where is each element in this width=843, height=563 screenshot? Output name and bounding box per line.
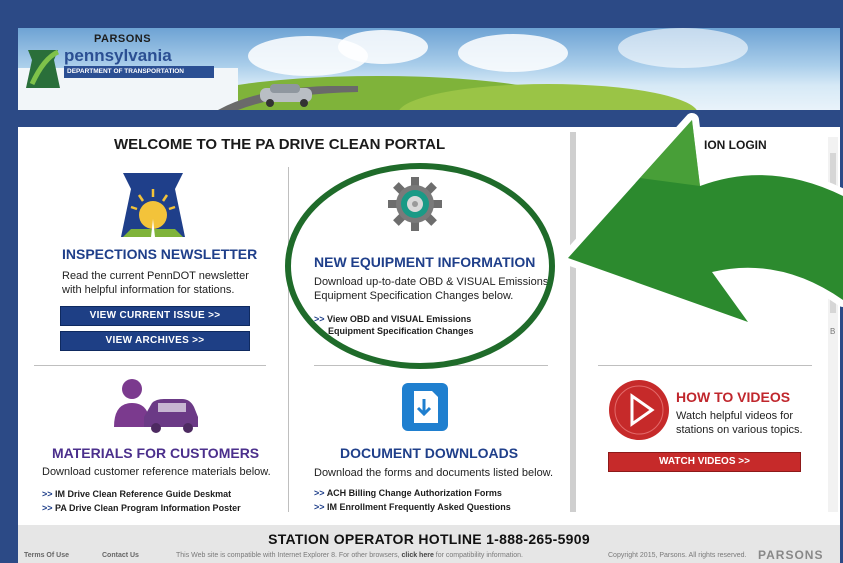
compat-text: This Web site is compatible with Interne… bbox=[176, 552, 523, 559]
terms-of-use-link[interactable]: Terms Of Use bbox=[24, 552, 69, 559]
copyright: Copyright 2015, Parsons. All rights rese… bbox=[608, 552, 747, 559]
compat-pre: This Web site is compatible with Interne… bbox=[176, 552, 400, 559]
annotation-arrow-fill bbox=[568, 120, 843, 322]
footer-parsons-logo: PARSONS bbox=[758, 548, 824, 562]
contact-us-link[interactable]: Contact Us bbox=[102, 552, 139, 559]
footer: STATION OPERATOR HOTLINE 1-888-265-5909 … bbox=[18, 525, 840, 563]
compat-click-here-link[interactable]: click here bbox=[402, 552, 434, 559]
hotline: STATION OPERATOR HOTLINE 1-888-265-5909 bbox=[268, 531, 590, 547]
annotation-overlay bbox=[285, 113, 843, 369]
annotation-arrow-highlight bbox=[640, 120, 700, 186]
annotation-circle-icon bbox=[285, 163, 555, 369]
compat-post: for compatibility information. bbox=[435, 552, 523, 559]
